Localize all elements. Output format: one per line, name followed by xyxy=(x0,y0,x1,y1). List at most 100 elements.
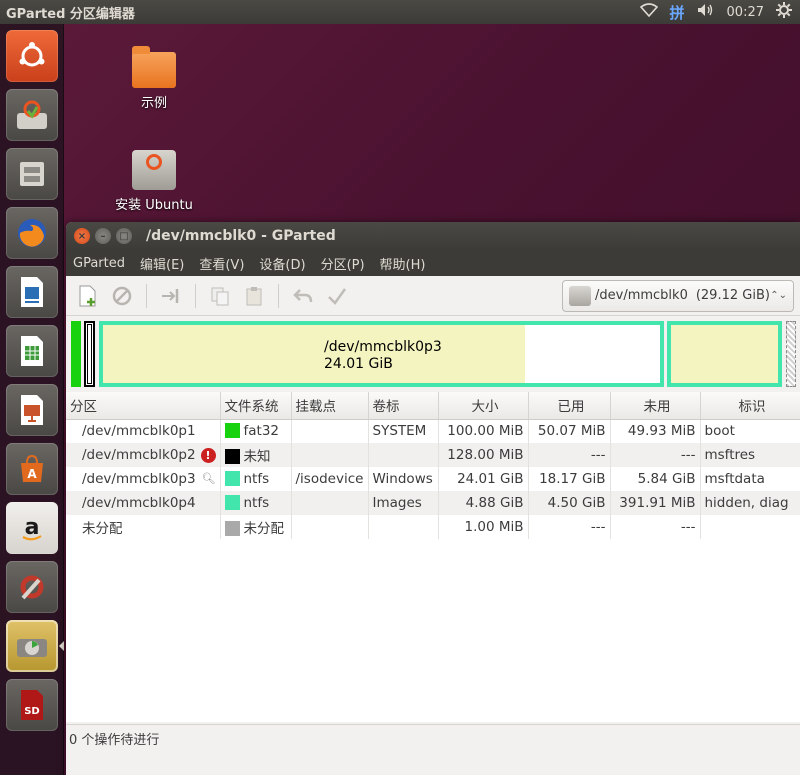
used-cell: 4.50 GiB xyxy=(528,491,611,515)
unused-cell: --- xyxy=(610,443,701,467)
filesystem-cell: fat32 xyxy=(220,419,292,443)
partition-block-p2[interactable] xyxy=(84,321,95,387)
active-app-title: GParted 分区编辑器 xyxy=(6,6,135,22)
menu-help[interactable]: 帮助(H) xyxy=(380,254,426,273)
device-name: /dev/mmcblk0 xyxy=(595,288,688,303)
svg-text:A: A xyxy=(27,467,37,481)
used-cell: 18.17 GiB xyxy=(528,467,611,491)
install-ubuntu-icon[interactable] xyxy=(6,89,58,141)
col-partition[interactable]: 分区 xyxy=(66,392,221,420)
table-row[interactable]: /dev/mmcblk0p4 ntfs Images 4.88 GiB 4.50… xyxy=(66,491,800,515)
volume-icon[interactable] xyxy=(697,3,715,21)
checkmark-icon xyxy=(328,287,347,305)
hard-disk-icon xyxy=(569,285,591,306)
clock[interactable]: 00:27 xyxy=(727,5,764,20)
desktop-icon-label: 示例 xyxy=(140,96,167,111)
installer-icon xyxy=(132,150,176,190)
partition-cell: 未分配 xyxy=(66,515,221,539)
menu-view[interactable]: 查看(V) xyxy=(199,254,244,273)
unallocated-block[interactable] xyxy=(786,321,796,387)
col-size[interactable]: 大小 xyxy=(438,392,529,420)
input-method-indicator[interactable]: 拼 xyxy=(670,2,685,23)
delete-icon xyxy=(112,286,132,305)
resize-move-button[interactable] xyxy=(157,282,185,310)
col-filesystem[interactable]: 文件系统 xyxy=(220,392,292,420)
size-cell: 24.01 GiB xyxy=(438,467,529,491)
col-used[interactable]: 已用 xyxy=(528,392,611,420)
sd-card-icon[interactable]: SD xyxy=(6,679,58,731)
device-selector[interactable]: /dev/mmcblk0 (29.12 GiB) ⌃⌄ xyxy=(562,279,794,312)
file-manager-icon[interactable] xyxy=(6,148,58,200)
label-cell: SYSTEM xyxy=(368,419,439,443)
maximize-button[interactable]: □ xyxy=(116,228,132,244)
status-bar: 0 个操作待进行 xyxy=(66,724,800,751)
active-indicator xyxy=(59,641,64,651)
menu-gparted[interactable]: GParted xyxy=(73,256,125,271)
libreoffice-writer-icon[interactable] xyxy=(6,266,58,318)
filesystem-cell: 未知 xyxy=(220,443,292,467)
desktop-icon-examples[interactable]: 示例 xyxy=(104,46,204,111)
partition-cell: /dev/mmcblk0p1 xyxy=(66,419,221,443)
wifi-icon[interactable] xyxy=(639,3,658,21)
table-row[interactable]: /dev/mmcblk0p3 🔍︎ ntfs /isodevice Windows… xyxy=(66,467,800,491)
flags-cell: boot xyxy=(700,419,800,443)
used-cell: --- xyxy=(528,443,611,467)
desktop-icon-install-ubuntu[interactable]: 安装 Ubuntu xyxy=(104,150,204,213)
window-title: /dev/mmcblk0 - GParted xyxy=(146,228,336,244)
close-button[interactable]: × xyxy=(74,228,90,244)
partition-cell: /dev/mmcblk0p2! xyxy=(66,443,221,467)
menu-device[interactable]: 设备(D) xyxy=(259,254,305,273)
undo-button[interactable] xyxy=(289,282,317,310)
mountpoint-cell xyxy=(291,419,369,443)
used-cell: --- xyxy=(528,515,611,539)
mountpoint-cell: /isodevice xyxy=(291,467,369,491)
partition-block-p3[interactable]: /dev/mmcblk0p3 24.01 GiB xyxy=(99,321,664,387)
minimize-icon: – xyxy=(100,230,106,242)
size-cell: 100.00 MiB xyxy=(438,419,529,443)
firefox-icon[interactable] xyxy=(6,207,58,259)
ubuntu-software-icon[interactable]: A xyxy=(6,443,58,495)
ubuntu-dash-icon[interactable] xyxy=(6,30,58,82)
filesystem-cell: ntfs xyxy=(220,467,292,491)
gear-icon[interactable] xyxy=(776,2,792,22)
table-row[interactable]: /dev/mmcblk0p1 fat32 SYSTEM 100.00 MiB 5… xyxy=(66,419,800,443)
libreoffice-impress-icon[interactable] xyxy=(6,384,58,436)
key-icon: 🔍︎ xyxy=(201,472,216,485)
fs-color-swatch xyxy=(224,423,240,439)
partition-block-p4[interactable] xyxy=(667,321,782,387)
toolbar: /dev/mmcblk0 (29.12 GiB) ⌃⌄ xyxy=(66,276,800,316)
partition-block-p1[interactable] xyxy=(71,321,81,387)
col-mountpoint[interactable]: 挂载点 xyxy=(291,392,369,420)
amazon-icon[interactable]: a xyxy=(6,502,58,554)
top-panel: GParted 分区编辑器 拼 00:27 xyxy=(0,0,800,24)
table-row[interactable]: /dev/mmcblk0p2! 未知 128.00 MiB --- --- ms… xyxy=(66,443,800,467)
toolbar-separator xyxy=(146,283,147,308)
undo-icon xyxy=(293,288,313,302)
apply-button[interactable] xyxy=(323,282,351,310)
warning-icon: ! xyxy=(200,448,216,463)
libreoffice-calc-icon[interactable] xyxy=(6,325,58,377)
fs-color-swatch xyxy=(224,495,240,510)
label-cell: Windows xyxy=(368,467,439,491)
col-flags[interactable]: 标识 xyxy=(700,392,800,420)
copy-button[interactable] xyxy=(206,282,234,310)
label-cell xyxy=(368,443,439,467)
new-partition-button[interactable] xyxy=(74,282,102,310)
maximize-icon: □ xyxy=(119,230,129,242)
menu-partition[interactable]: 分区(P) xyxy=(321,254,365,273)
flags-cell: hidden, diag xyxy=(700,491,800,515)
mountpoint-cell xyxy=(291,443,369,467)
system-tray: 拼 00:27 xyxy=(639,2,800,23)
col-label[interactable]: 卷标 xyxy=(368,392,439,420)
new-partition-icon xyxy=(79,285,96,306)
gparted-launcher-icon[interactable] xyxy=(6,620,58,672)
menu-edit[interactable]: 编辑(E) xyxy=(140,254,184,273)
paste-button[interactable] xyxy=(240,282,268,310)
window-titlebar[interactable]: × – □ /dev/mmcblk0 - GParted xyxy=(66,222,800,250)
minimize-button[interactable]: – xyxy=(95,228,111,244)
delete-partition-button[interactable] xyxy=(108,282,136,310)
col-unused[interactable]: 未用 xyxy=(610,392,701,420)
partition-table: 分区 文件系统 挂载点 卷标 大小 已用 未用 标识 /dev/mmcblk0p… xyxy=(66,392,800,722)
system-settings-icon[interactable] xyxy=(6,561,58,613)
table-row[interactable]: 未分配 未分配 1.00 MiB --- --- xyxy=(66,515,800,539)
